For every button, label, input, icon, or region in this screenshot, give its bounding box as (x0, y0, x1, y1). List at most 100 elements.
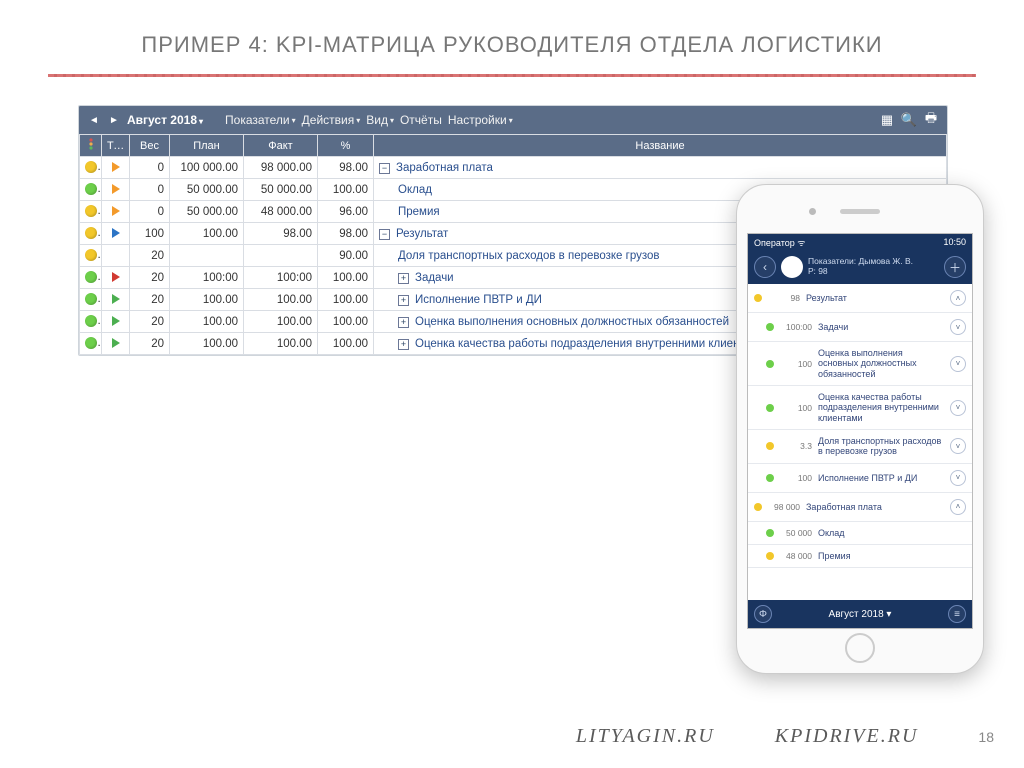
phone-home-button (845, 633, 875, 663)
kpi-link[interactable]: Результат (396, 228, 448, 240)
status-dot-icon (85, 249, 97, 261)
plan-cell: 50 000.00 (170, 179, 244, 201)
phone-add-icon[interactable]: ＋ (944, 256, 966, 278)
phone-list[interactable]: 98 Результат ˄ 100:00 Задачи ˅ 100 Оценк… (748, 284, 972, 600)
expand-toggle[interactable]: + (398, 273, 409, 284)
phone-list-item[interactable]: 48 000 Премия (748, 545, 972, 568)
status-cell (80, 201, 102, 223)
kpi-link[interactable]: Доля транспортных расходов в перевозке г… (398, 250, 660, 262)
phone-list-item[interactable]: 100:00 Задачи ˅ (748, 313, 972, 342)
chevron-up-icon[interactable]: ˄ (950, 499, 966, 515)
phone-list-item[interactable]: 100 Оценка выполнения основных должностн… (748, 342, 972, 386)
chevron-down-icon[interactable]: ˅ (950, 319, 966, 335)
status-dot-icon (766, 474, 774, 482)
plan-cell: 50 000.00 (170, 201, 244, 223)
status-cell (80, 289, 102, 311)
menu-settings[interactable]: Настройки▾ (448, 113, 513, 127)
menu-view[interactable]: Вид▾ (366, 113, 394, 127)
type-cell (102, 267, 130, 289)
weight-cell: 20 (130, 333, 170, 355)
phone-list-item[interactable]: 100 Оценка качества работы подразделения… (748, 386, 972, 430)
next-button[interactable]: ► (107, 113, 121, 127)
period-selector[interactable]: Август 2018▾ (127, 113, 203, 127)
phone-camera (809, 208, 816, 215)
status-dot-icon (85, 183, 97, 195)
phone-list-item[interactable]: 98 000 Заработная плата ˄ (748, 493, 972, 522)
kpi-link[interactable]: Оценка выполнения основных должностных о… (415, 316, 729, 328)
menu-reports[interactable]: Отчёты (400, 113, 442, 127)
phone-item-value: 100 (780, 473, 812, 483)
kpi-link[interactable]: Заработная плата (396, 162, 493, 174)
status-dot-icon (766, 360, 774, 368)
kpi-link[interactable]: Оценка качества работы подразделения вну… (415, 338, 765, 350)
status-dot-icon (85, 337, 97, 349)
col-fact-header: Факт (244, 135, 318, 157)
phone-list-item[interactable]: 100 Исполнение ПВТР и ДИ ˅ (748, 464, 972, 493)
kpi-link[interactable]: Оклад (398, 184, 432, 196)
type-cell (102, 223, 130, 245)
col-pct-header: % (318, 135, 374, 157)
name-cell[interactable]: −Заработная плата (374, 157, 947, 179)
phone-item-label: Оценка качества работы подразделения вну… (818, 392, 944, 423)
chevron-down-icon[interactable]: ˅ (950, 438, 966, 454)
type-cell (102, 333, 130, 355)
prev-button[interactable]: ◄ (87, 113, 101, 127)
fact-cell (244, 245, 318, 267)
toolbar: ◄ ► Август 2018▾ Показатели▾ Действия▾ В… (79, 106, 947, 134)
kpi-link[interactable]: Исполнение ПВТР и ДИ (415, 294, 542, 306)
calendar-icon[interactable]: ▦ (879, 112, 895, 128)
phone-header-text: Показатели: Дымова Ж. В. Р: 98 (808, 257, 939, 277)
phone-menu-icon[interactable]: ≡ (948, 605, 966, 623)
type-triangle-icon (112, 184, 120, 194)
kpi-link[interactable]: Премия (398, 206, 440, 218)
col-name-header: Название (374, 135, 947, 157)
type-triangle-icon (112, 338, 120, 348)
phone-back-icon[interactable]: ‹ (754, 256, 776, 278)
pct-cell: 100.00 (318, 333, 374, 355)
chevron-down-icon[interactable]: ˅ (950, 400, 966, 416)
expand-toggle[interactable]: − (379, 163, 390, 174)
weight-cell: 20 (130, 311, 170, 333)
kpi-link[interactable]: Задачи (415, 272, 454, 284)
pct-cell: 98.00 (318, 157, 374, 179)
phone-item-label: Исполнение ПВТР и ДИ (818, 473, 944, 483)
expand-toggle[interactable]: + (398, 317, 409, 328)
status-dot-icon (85, 293, 97, 305)
chevron-down-icon[interactable]: ˅ (950, 356, 966, 372)
pct-cell: 100.00 (318, 311, 374, 333)
decorative-divider (48, 74, 976, 77)
status-dot-icon (766, 404, 774, 412)
expand-toggle[interactable]: + (398, 339, 409, 350)
menu-actions[interactable]: Действия▾ (302, 113, 361, 127)
expand-toggle[interactable]: + (398, 295, 409, 306)
pct-cell: 100.00 (318, 289, 374, 311)
chevron-down-icon[interactable]: ˅ (950, 470, 966, 486)
phone-footer-left-icon[interactable]: Φ (754, 605, 772, 623)
phone-list-item[interactable]: 50 000 Оклад (748, 522, 972, 545)
status-dot-icon (754, 503, 762, 511)
phone-item-value: 3.3 (780, 441, 812, 451)
search-icon[interactable]: 🔍 (901, 112, 917, 128)
plan-cell (170, 245, 244, 267)
print-icon[interactable]: 🖶 (923, 112, 939, 128)
plan-cell: 100.00 (170, 333, 244, 355)
type-triangle-icon (112, 272, 120, 282)
expand-toggle[interactable]: − (379, 229, 390, 240)
phone-mockup: Оператор ᯤ 10:50 ‹ Показатели: Дымова Ж.… (736, 184, 984, 674)
weight-cell: 0 (130, 201, 170, 223)
avatar[interactable] (781, 256, 803, 278)
table-row[interactable]: 0 100 000.00 98 000.00 98.00 −Заработная… (80, 157, 947, 179)
phone-list-item[interactable]: 3.3 Доля транспортных расходов в перевоз… (748, 430, 972, 464)
phone-list-item[interactable]: 98 Результат ˄ (748, 284, 972, 313)
phone-item-value: 100 (780, 403, 812, 413)
phone-footer-period[interactable]: Август 2018 ▾ (829, 609, 892, 620)
menu-indicators[interactable]: Показатели▾ (225, 113, 296, 127)
fact-cell: 98.00 (244, 223, 318, 245)
chevron-up-icon[interactable]: ˄ (950, 290, 966, 306)
pct-cell: 100.00 (318, 267, 374, 289)
pct-cell: 96.00 (318, 201, 374, 223)
footer-site-2: KPIDRIVE.RU (775, 725, 919, 748)
weight-cell: 20 (130, 267, 170, 289)
type-cell (102, 179, 130, 201)
slide-title: ПРИМЕР 4: KPI-МАТРИЦА РУКОВОДИТЕЛЯ ОТДЕЛ… (0, 0, 1024, 74)
